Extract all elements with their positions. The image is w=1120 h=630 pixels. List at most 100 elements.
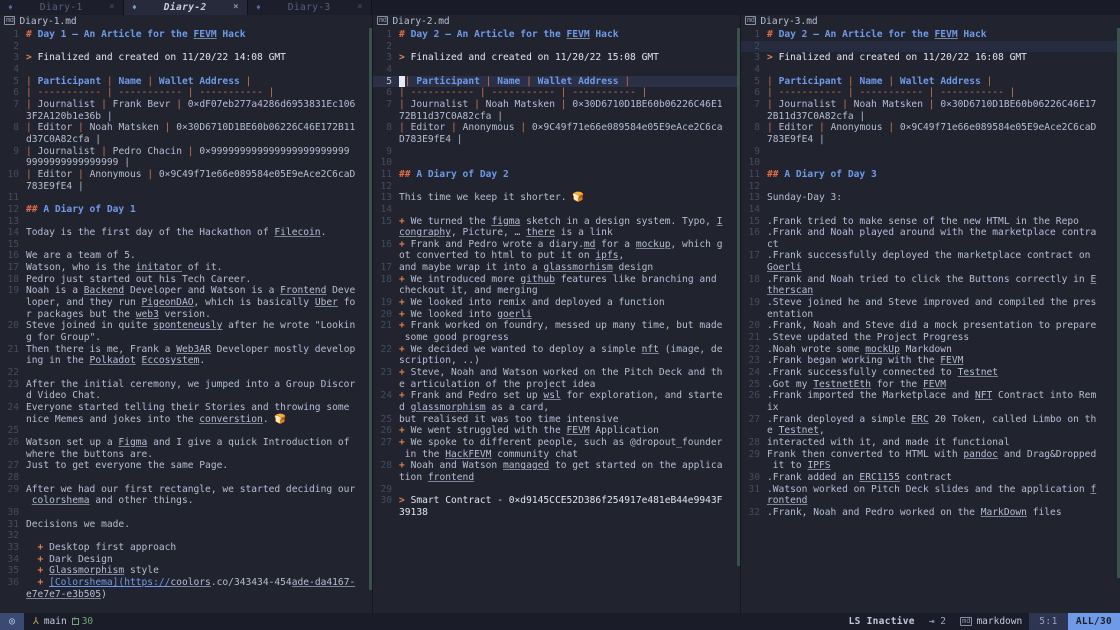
cursor-position[interactable]: 5:1: [1029, 613, 1068, 630]
code-line[interactable]: 4: [741, 64, 1120, 76]
code-line[interactable]: 20 .Frank, Noah and Steve did a mock pres…: [741, 320, 1120, 332]
code-line[interactable]: 16 We are a team of 5.: [0, 250, 372, 262]
code-line[interactable]: 24 .Frank successfully connected to Testn…: [741, 367, 1120, 379]
code-line[interactable]: 23 .Frank began working with the FEVM: [741, 355, 1120, 367]
code-line[interactable]: 9: [741, 146, 1120, 158]
code-line[interactable]: 3 > Finalized and created on 11/20/22 14:…: [0, 52, 372, 64]
code-line[interactable]: 72B11d37C0A82cfa |: [373, 111, 740, 123]
code-line[interactable]: 30 > Smart Contract - 0×d9145CCE52D386f25…: [373, 495, 740, 507]
code-line[interactable]: 23 + Steve, Noah and Watson worked on the…: [373, 367, 740, 379]
code-line[interactable]: 6 | ----------- | ----------- | ---------…: [373, 87, 740, 99]
lsp-status[interactable]: LS Inactive: [842, 616, 922, 627]
code-line[interactable]: 29 Frank then converted to HTML with pand…: [741, 449, 1120, 461]
code-line[interactable]: 18 + We introduced more github features l…: [373, 274, 740, 286]
code-line[interactable]: e articulation of the project idea: [373, 379, 740, 391]
code-line[interactable]: 28 interacted with it, and made it functi…: [741, 437, 1120, 449]
code-line[interactable]: 9 | Journalist | Pedro Chacin | 0×9999999…: [0, 146, 372, 158]
code-line[interactable]: 5 | Participant | Name | Wallet Address …: [373, 75, 740, 88]
editor-pane-3[interactable]: md Diary-3.md 1 # Day 2 – An Article for …: [740, 15, 1120, 613]
code-line[interactable]: 11 ## A Diary of Day 3: [741, 169, 1120, 181]
pane-2-code[interactable]: 1 # Day 2 – An Article for the FEVM Hack 2…: [373, 28, 740, 613]
code-line[interactable]: 18 Pedro just started out his Tech Career…: [0, 274, 372, 286]
code-line[interactable]: 1 # Day 2 – An Article for the FEVM Hack: [741, 29, 1120, 41]
code-line[interactable]: 15 + We turned the figma sketch in a desi…: [373, 216, 740, 228]
code-line[interactable]: nice Memes and jokes into the converstio…: [0, 414, 372, 426]
code-line[interactable]: 13 This time we keep it shorter. 🍞: [373, 192, 740, 204]
code-line[interactable]: 22: [0, 367, 372, 379]
scroll-percent[interactable]: ALL/30: [1067, 613, 1120, 630]
code-line[interactable]: 19 Noah is a Backend Developer and Watson…: [0, 285, 372, 297]
code-line[interactable]: ot converted to html to put it on ipfs,: [373, 250, 740, 262]
code-line[interactable]: in the HackFEVM community chat: [373, 449, 740, 461]
code-line[interactable]: 13 Sunday-Day 3:: [741, 192, 1120, 204]
code-line[interactable]: 25 .Got my TestnetEth for the FEVM: [741, 379, 1120, 391]
code-line[interactable]: 11: [0, 192, 372, 204]
tab-diary-3[interactable]: ♦ Diary-3 ×: [248, 0, 372, 15]
pane-3-code[interactable]: 1 # Day 2 – An Article for the FEVM Hack 2…: [741, 28, 1120, 613]
code-line[interactable]: 2B11d37C0A82cfa |: [741, 111, 1120, 123]
code-line[interactable]: 20 + We looked into goerli: [373, 309, 740, 321]
code-line[interactable]: 32: [0, 530, 372, 542]
code-line[interactable]: 34 + Dark Design: [0, 554, 372, 566]
code-line[interactable]: checkout it, and merging: [373, 285, 740, 297]
code-line[interactable]: loper, and they run PigeonDAO, which is …: [0, 297, 372, 309]
code-line[interactable]: 7 | Journalist | Frank Bevr | 0×dF07eb277…: [0, 99, 372, 111]
code-line[interactable]: 3 > Finalized and created on 11/20/22 16:…: [741, 52, 1120, 64]
code-line[interactable]: 25: [0, 425, 372, 437]
code-line[interactable]: 15 .Frank tried to make sense of the new …: [741, 216, 1120, 228]
code-line[interactable]: e7e7e7-e3b505): [0, 589, 372, 601]
code-line[interactable]: tion frontend: [373, 472, 740, 484]
filetype-indicator[interactable]: md markdown: [953, 616, 1029, 627]
code-line[interactable]: 12: [373, 181, 740, 193]
code-line[interactable]: 17 Watson, who is the initator of it.: [0, 262, 372, 274]
code-line[interactable]: it to IPFS: [741, 460, 1120, 472]
code-line[interactable]: 8 | Editor | Anonymous | 0×9C49f71e66e089…: [741, 122, 1120, 134]
code-line[interactable]: r packages but the web3 version.: [0, 309, 372, 321]
code-line[interactable]: 9999999999999999 |: [0, 157, 372, 169]
code-line[interactable]: 12: [741, 181, 1120, 193]
code-line[interactable]: d37C0A82cfa |: [0, 134, 372, 146]
pane-1-code[interactable]: 1 # Day 1 – An Article for the FEVM Hack 2…: [0, 28, 372, 613]
code-line[interactable]: d Video Chat.: [0, 390, 372, 402]
code-line[interactable]: congraphy, Picture, … there is a link: [373, 227, 740, 239]
code-line[interactable]: ing in the Polkadot Eccosystem.: [0, 355, 372, 367]
code-line[interactable]: 27 .Frank deployed a simple ERC 20 Token,…: [741, 414, 1120, 426]
code-line[interactable]: 19 .Steve joined he and Steve improved an…: [741, 297, 1120, 309]
code-line[interactable]: 2: [0, 41, 372, 53]
code-line[interactable]: d glassmorphism as a card,: [373, 402, 740, 414]
code-line[interactable]: 1 # Day 1 – An Article for the FEVM Hack: [0, 29, 372, 41]
code-line[interactable]: 26 .Frank imported the Marketplace and NF…: [741, 390, 1120, 402]
code-line[interactable]: 31 .Watson worked on Pitch Deck slides an…: [741, 484, 1120, 496]
code-line[interactable]: 17 and maybe wrap it into a glassmorhism …: [373, 262, 740, 274]
code-line[interactable]: 10: [373, 157, 740, 169]
close-icon[interactable]: ×: [233, 0, 239, 15]
code-line[interactable]: Goerli: [741, 262, 1120, 274]
code-line[interactable]: 17 .Frank successfully deployed the marke…: [741, 250, 1120, 262]
editor-pane-2[interactable]: md Diary-2.md 1 # Day 2 – An Article for …: [372, 15, 740, 613]
code-line[interactable]: 6 | ----------- | ----------- | ---------…: [0, 87, 372, 99]
close-icon[interactable]: ×: [109, 0, 115, 15]
code-line[interactable]: 13: [0, 216, 372, 228]
code-line[interactable]: 7 | Journalist | Noah Matsken | 0×30D6710…: [373, 99, 740, 111]
code-line[interactable]: D783E9fE4 |: [373, 134, 740, 146]
code-line[interactable]: 9: [373, 146, 740, 158]
code-line[interactable]: 783E9fE4 |: [741, 134, 1120, 146]
code-line[interactable]: some good progress: [373, 332, 740, 344]
code-line[interactable]: 32 .Frank, Noah and Pedro worked on the M…: [741, 507, 1120, 519]
code-line[interactable]: 2: [741, 40, 1120, 53]
code-line[interactable]: 19 + We looked into remix and deployed a …: [373, 297, 740, 309]
code-line[interactable]: 5 | Participant | Name | Wallet Address |: [741, 76, 1120, 88]
code-line[interactable]: 6 | ----------- | ----------- | ---------…: [741, 87, 1120, 99]
code-line[interactable]: 33 + Desktop first approach: [0, 542, 372, 554]
code-line[interactable]: 16 .Frank and Noah played around with the…: [741, 227, 1120, 239]
code-line[interactable]: 4: [373, 64, 740, 76]
code-line[interactable]: ix: [741, 402, 1120, 414]
code-line[interactable]: 39138: [373, 507, 740, 519]
code-line[interactable]: 8 | Editor | Anonymous | 0×9C49f71e66e089…: [373, 122, 740, 134]
code-line[interactable]: scription, ..): [373, 355, 740, 367]
code-line[interactable]: 36 + [Colorshema](https://coolors.co/343…: [0, 577, 372, 589]
code-line[interactable]: 10 | Editor | Anonymous | 0×9C49f71e66e08…: [0, 169, 372, 181]
code-line[interactable]: 4: [0, 64, 372, 76]
git-branch[interactable]: ⅄ main 30: [24, 616, 102, 627]
code-line[interactable]: 3F2A120b1e36b |: [0, 111, 372, 123]
